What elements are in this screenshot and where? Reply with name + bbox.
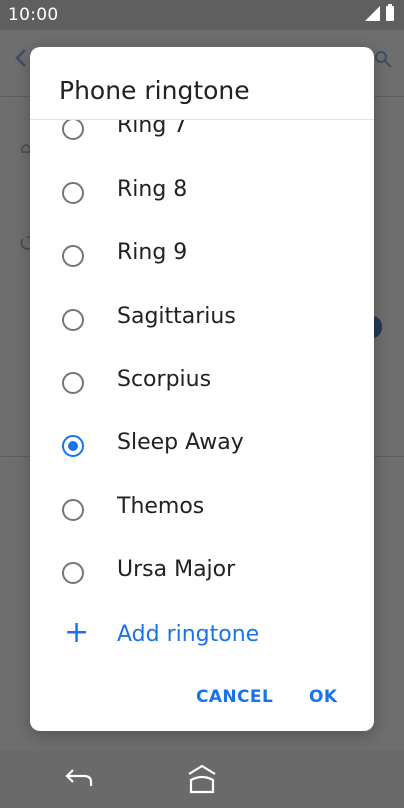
ringtone-option-selected[interactable]: Sleep Away	[30, 414, 374, 477]
dialog-actions: CANCEL OK	[30, 683, 374, 713]
status-bar: 10:00	[0, 0, 404, 30]
radio-button[interactable]	[62, 562, 84, 584]
radio-button[interactable]	[62, 372, 84, 394]
search-icon	[375, 51, 392, 68]
ringtone-option[interactable]: Ursa Major	[30, 541, 374, 604]
ringtone-option[interactable]: Scorpius	[30, 351, 374, 414]
ringtone-option[interactable]: Ring 9	[30, 224, 374, 287]
signal-icon	[365, 6, 380, 21]
ringtone-label: Ursa Major	[117, 557, 236, 582]
add-ringtone-label: Add ringtone	[117, 622, 260, 647]
add-ringtone-row[interactable]: + Add ringtone	[30, 604, 374, 667]
ringtone-option[interactable]: Themos	[30, 478, 374, 541]
ringtone-label: Sagittarius	[117, 304, 236, 329]
status-time: 10:00	[8, 5, 59, 25]
back-icon[interactable]	[64, 766, 94, 790]
battery-icon	[386, 4, 394, 21]
back-arrow-icon	[15, 49, 26, 67]
dialog-title: Phone ringtone	[59, 76, 250, 105]
radio-button[interactable]	[62, 182, 84, 204]
navigation-bar	[0, 750, 404, 808]
radio-button-checked[interactable]	[62, 435, 84, 457]
ringtone-dialog: Phone ringtone Ring 7 Ring 8 Ring 9 Sagi…	[30, 47, 374, 731]
ringtone-list[interactable]: Ring 7 Ring 8 Ring 9 Sagittarius Scorpiu…	[30, 120, 374, 665]
ringtone-label: Ring 7	[117, 120, 188, 138]
ringtone-label: Ring 8	[117, 177, 188, 202]
ringtone-option[interactable]: Ring 8	[30, 161, 374, 224]
radio-button[interactable]	[62, 120, 84, 140]
radio-button[interactable]	[62, 309, 84, 331]
ringtone-option[interactable]: Ring 7	[30, 120, 374, 160]
ringtone-option[interactable]: Sagittarius	[30, 288, 374, 351]
status-icons	[365, 4, 394, 21]
ok-button[interactable]: OK	[309, 687, 337, 707]
ringtone-label: Scorpius	[117, 367, 212, 392]
home-icon[interactable]	[186, 762, 218, 796]
plus-icon: +	[64, 615, 90, 650]
ringtone-label: Ring 9	[117, 240, 188, 265]
radio-button[interactable]	[62, 245, 84, 267]
radio-button[interactable]	[62, 499, 84, 521]
ringtone-label: Themos	[117, 494, 205, 519]
ringtone-label: Sleep Away	[117, 430, 244, 455]
cancel-button[interactable]: CANCEL	[196, 687, 273, 707]
